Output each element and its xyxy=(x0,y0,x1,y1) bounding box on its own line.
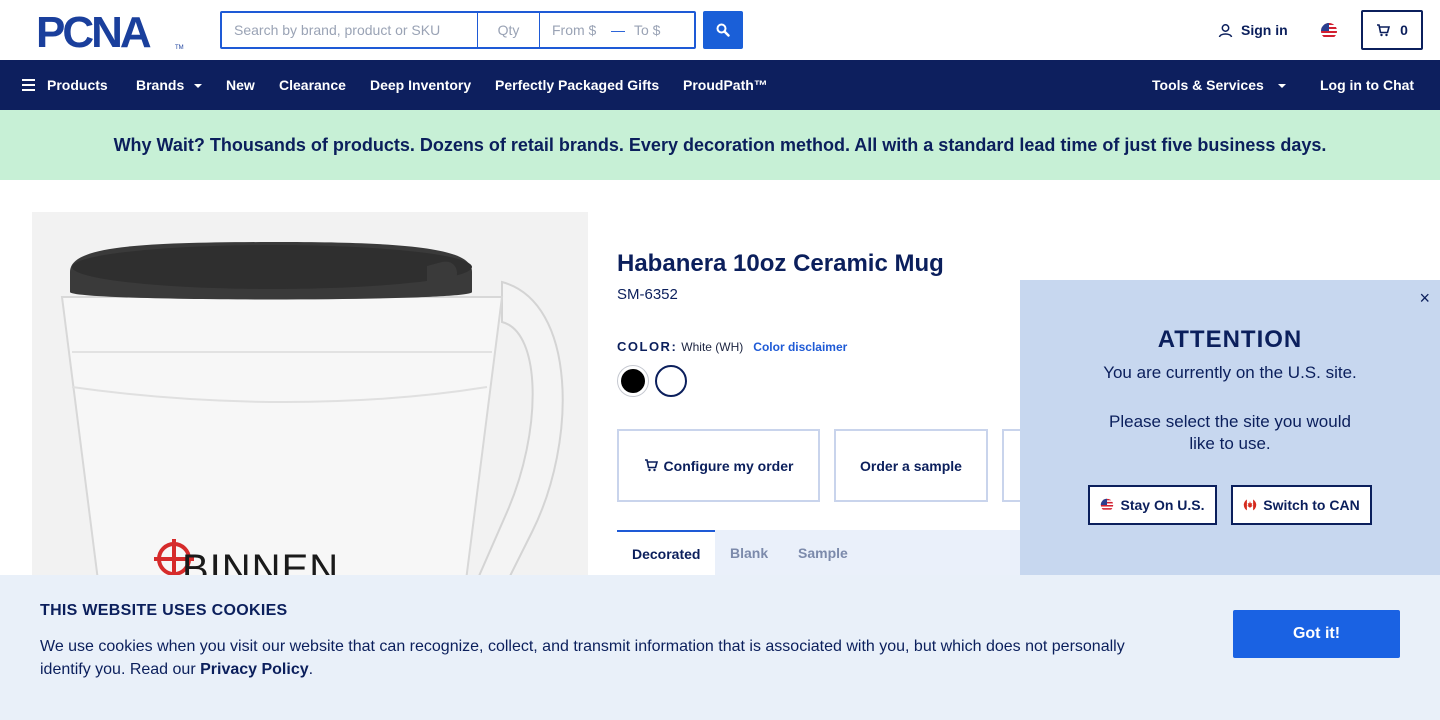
tab-blank[interactable]: Blank xyxy=(730,530,768,575)
search-icon xyxy=(716,23,730,37)
tab-sample[interactable]: Sample xyxy=(798,530,848,575)
price-range-dash: — xyxy=(611,22,625,38)
stay-us-label: Stay On U.S. xyxy=(1120,497,1205,513)
close-icon[interactable]: × xyxy=(1419,288,1430,309)
nav-chat-login[interactable]: Log in to Chat xyxy=(1320,60,1414,110)
logo-text: PCNA xyxy=(36,11,151,51)
search-bar: — xyxy=(220,11,696,49)
site-select-popup: × ATTENTION You are currently on the U.S… xyxy=(1020,280,1440,575)
tab-decorated[interactable]: Decorated xyxy=(617,530,716,575)
popup-current-site-text: You are currently on the U.S. site. xyxy=(1103,363,1357,382)
sign-in-label: Sign in xyxy=(1241,22,1288,38)
color-row: COLOR: White (WH) Color disclaimer xyxy=(617,339,847,354)
promo-banner: Why Wait? Thousands of products. Dozens … xyxy=(0,110,1440,180)
cart-button[interactable]: 0 xyxy=(1361,10,1423,50)
nav-new[interactable]: New xyxy=(226,60,255,110)
nav-deep-inventory[interactable]: Deep Inventory xyxy=(370,60,471,110)
canada-flag-icon xyxy=(1244,498,1257,512)
mug-illustration: BINNEN xyxy=(60,242,564,612)
color-value: White (WH) xyxy=(681,339,744,354)
color-label: COLOR: xyxy=(617,339,678,354)
menu-icon xyxy=(22,79,35,91)
sign-in-link[interactable]: Sign in xyxy=(1218,22,1288,38)
pcna-logo[interactable]: PCNA TM xyxy=(36,11,186,51)
promo-banner-text: Why Wait? Thousands of products. Dozens … xyxy=(113,134,1327,155)
popup-heading: ATTENTION xyxy=(1157,326,1303,353)
configure-order-button[interactable]: Configure my order xyxy=(617,429,820,502)
cookie-end: . xyxy=(308,661,314,678)
search-button[interactable] xyxy=(703,11,743,49)
swatch-white[interactable] xyxy=(655,365,687,397)
color-disclaimer-link[interactable]: Color disclaimer xyxy=(753,340,847,354)
cart-icon xyxy=(644,459,658,472)
nav-brands-label: Brands xyxy=(136,77,185,93)
product-title: Habanera 10oz Ceramic Mug xyxy=(617,250,944,277)
caret-down-icon xyxy=(194,84,203,88)
logo-trademark: TM xyxy=(175,45,184,51)
order-sample-label: Order a sample xyxy=(860,457,962,474)
cookie-title: THIS WEBSITE USES COOKIES xyxy=(40,602,288,619)
user-icon xyxy=(1218,23,1233,37)
price-to-input[interactable] xyxy=(628,13,694,47)
site-header: PCNA TM — Sign in xyxy=(0,0,1440,60)
switch-can-label: Switch to CAN xyxy=(1263,497,1360,513)
swatch-black[interactable] xyxy=(617,365,649,397)
cart-icon xyxy=(1377,23,1391,36)
nav-products-label: Products xyxy=(47,77,108,93)
us-flag-icon[interactable] xyxy=(1320,22,1338,40)
switch-can-button[interactable]: Switch to CAN xyxy=(1231,485,1372,525)
nav-products[interactable]: Products xyxy=(22,60,108,110)
search-input[interactable] xyxy=(222,13,478,47)
price-from-input[interactable] xyxy=(540,13,608,47)
qty-input[interactable] xyxy=(478,13,540,47)
us-flag-icon xyxy=(1101,498,1114,512)
nav-gifts[interactable]: Perfectly Packaged Gifts xyxy=(495,60,659,110)
nav-proudpath[interactable]: ProudPath™ xyxy=(683,60,768,110)
order-sample-button[interactable]: Order a sample xyxy=(834,429,988,502)
main-nav: Products Brands New Clearance Deep Inven… xyxy=(0,60,1440,110)
privacy-policy-link[interactable]: Privacy Policy xyxy=(200,661,309,678)
cart-count: 0 xyxy=(1400,22,1408,38)
cookie-text: We use cookies when you visit our websit… xyxy=(40,635,1150,681)
nav-clearance[interactable]: Clearance xyxy=(279,60,346,110)
nav-tools-services[interactable]: Tools & Services xyxy=(1152,60,1286,110)
stay-us-button[interactable]: Stay On U.S. xyxy=(1088,485,1217,525)
popup-select-text-1: Please select the site you would xyxy=(1109,412,1351,431)
cookie-banner: THIS WEBSITE USES COOKIES We use cookies… xyxy=(0,575,1440,720)
nav-brands[interactable]: Brands xyxy=(136,60,203,110)
cookie-accept-button[interactable]: Got it! xyxy=(1233,610,1400,658)
configure-order-label: Configure my order xyxy=(663,457,794,474)
product-sku: SM-6352 xyxy=(617,286,678,303)
nav-tools-label: Tools & Services xyxy=(1152,77,1264,93)
caret-down-icon xyxy=(1277,84,1286,88)
product-image[interactable]: BINNEN xyxy=(32,212,588,612)
popup-select-text-2: like to use. xyxy=(1189,434,1271,453)
